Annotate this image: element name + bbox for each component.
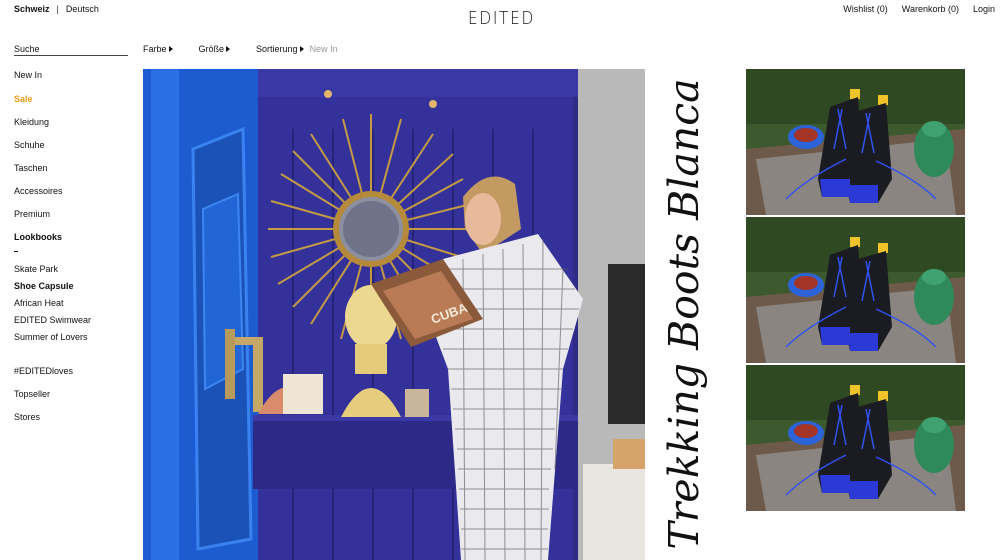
sidebar-item-taschen[interactable]: Taschen xyxy=(14,163,48,173)
sidebar-item-shoe-capsule[interactable]: Shoe Capsule xyxy=(14,281,74,291)
lookbook-headline[interactable]: Trekking Boots Blanca xyxy=(660,78,708,549)
sidebar-item-editedloves[interactable]: #EDITEDloves xyxy=(14,366,73,376)
boot-thumbnail[interactable] xyxy=(746,217,965,363)
boot-photo xyxy=(746,217,965,363)
sort-current-value: New In xyxy=(309,44,338,54)
account-links: Wishlist (0) Warenkorb (0) Login xyxy=(843,4,995,14)
color-filter[interactable]: Farbe xyxy=(143,44,173,54)
sidebar-item-summer-of-lovers[interactable]: Summer of Lovers xyxy=(14,332,88,342)
sidebar-item-topseller[interactable]: Topseller xyxy=(14,389,50,399)
lookbooks-divider xyxy=(14,251,18,252)
sidebar-item-schuhe[interactable]: Schuhe xyxy=(14,140,45,150)
cart-link[interactable]: Warenkorb (0) xyxy=(902,4,959,14)
size-filter-label: Größe xyxy=(198,44,225,54)
language-selector[interactable]: Deutsch xyxy=(66,4,99,14)
color-filter-label: Farbe xyxy=(143,44,167,54)
sidebar-item-lookbooks[interactable]: Lookbooks xyxy=(14,232,62,242)
hero-image[interactable]: CUBA xyxy=(143,69,645,560)
caret-right-icon xyxy=(168,46,173,52)
boot-thumbnail[interactable] xyxy=(746,365,965,511)
boot-photo xyxy=(746,69,965,215)
region-separator: | xyxy=(56,4,59,14)
sidebar-item-premium[interactable]: Premium xyxy=(14,209,50,219)
sidebar-item-sale[interactable]: Sale xyxy=(14,94,33,104)
wishlist-link[interactable]: Wishlist (0) xyxy=(843,4,888,14)
sidebar-item-accessoires[interactable]: Accessoires xyxy=(14,186,63,196)
login-link[interactable]: Login xyxy=(973,4,995,14)
brand-logo[interactable]: EDITED xyxy=(468,8,535,29)
country-selector[interactable]: Schweiz xyxy=(14,4,50,14)
sidebar-item-african-heat[interactable]: African Heat xyxy=(14,298,64,308)
sidebar-item-skate-park[interactable]: Skate Park xyxy=(14,264,58,274)
sidebar-item-stores[interactable]: Stores xyxy=(14,412,40,422)
sidebar-item-kleidung[interactable]: Kleidung xyxy=(14,117,49,127)
headline-container: Trekking Boots Blanca xyxy=(648,69,720,560)
sort-filter[interactable]: Sortierung xyxy=(256,44,307,54)
sort-filter-label: Sortierung xyxy=(256,44,298,54)
boot-thumbnail[interactable] xyxy=(746,69,965,215)
sidebar-item-edited-swimwear[interactable]: EDITED Swimwear xyxy=(14,315,91,325)
product-thumbnails xyxy=(746,69,965,513)
caret-right-icon xyxy=(299,46,304,52)
hero-illustration: CUBA xyxy=(143,69,645,560)
top-bar: Schweiz | Deutsch EDITED Wishlist (0) Wa… xyxy=(0,0,1000,38)
size-filter[interactable]: Größe xyxy=(199,44,231,54)
sidebar-item-new-in[interactable]: New In xyxy=(14,70,42,80)
filter-bar: Farbe Größe Sortierung New In xyxy=(143,44,338,54)
caret-right-icon xyxy=(226,46,231,52)
boot-photo xyxy=(746,365,965,511)
region-selector: Schweiz | Deutsch xyxy=(14,4,99,14)
search-input[interactable] xyxy=(14,43,128,56)
